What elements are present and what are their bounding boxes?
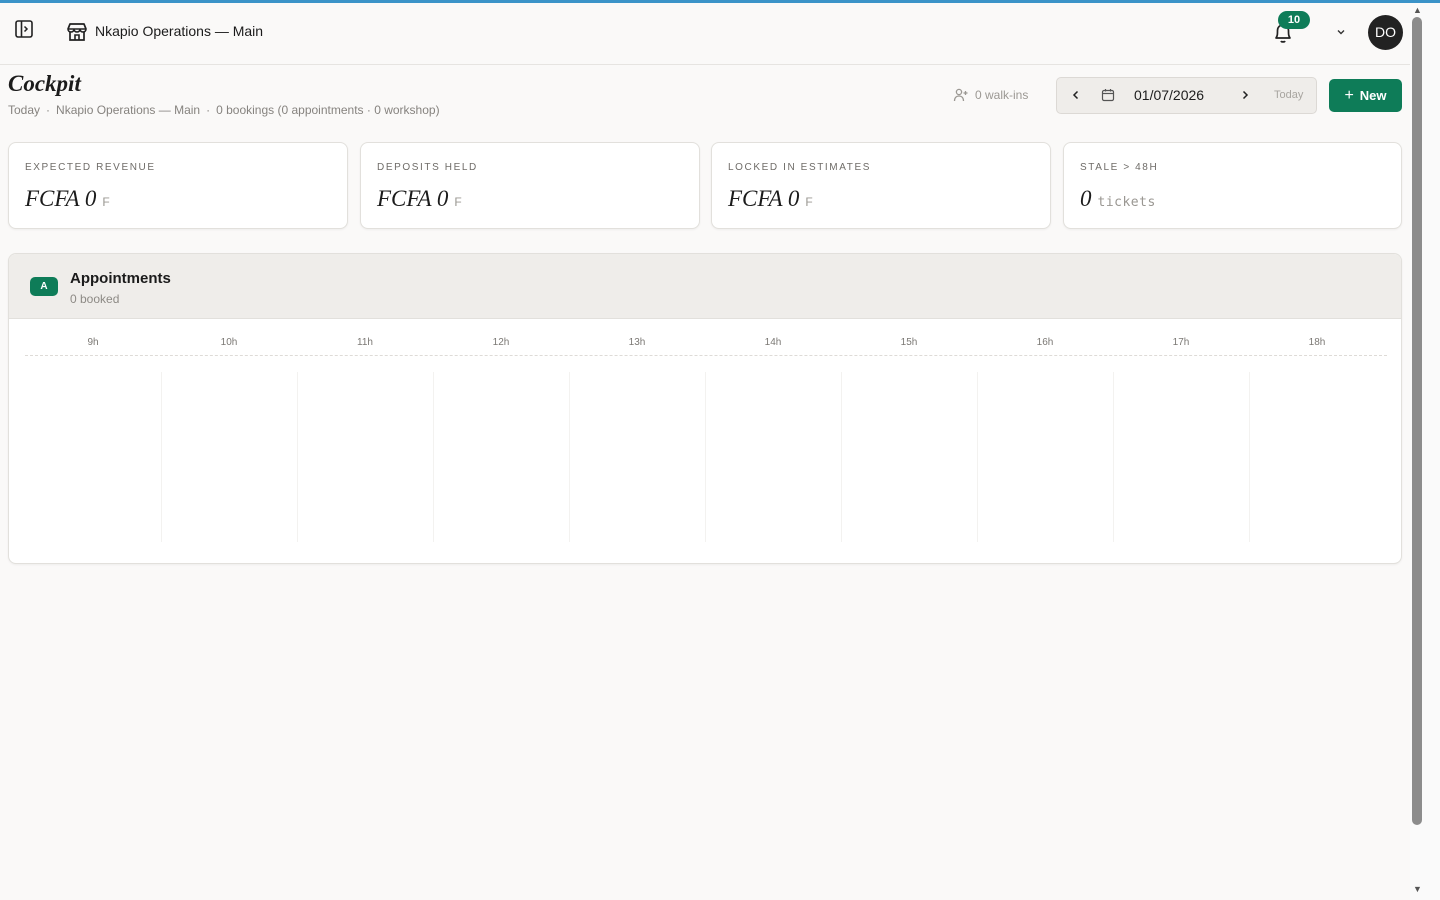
hour-gridline (705, 372, 706, 542)
hour-gridline (841, 372, 842, 542)
stat-card-locked-in-estimates: LOCKED IN ESTIMATES FCFA 0 F (711, 142, 1051, 229)
separator-dot: · (206, 103, 211, 117)
hour-label: 10h (220, 337, 238, 348)
user-plus-icon (953, 88, 968, 102)
top-bar: Nkapio Operations — Main 10 DO (0, 3, 1410, 65)
appointments-header: A Appointments 0 booked (9, 254, 1401, 319)
new-button[interactable]: + New (1329, 79, 1402, 112)
separator-dot: · (46, 103, 51, 117)
chevron-right-icon[interactable] (1238, 88, 1252, 102)
appointments-timeline[interactable]: 9h 10h 11h 12h 13h 14h 15h 16h 17h 18h (25, 334, 1387, 554)
page-subtitle: Today · Nkapio Operations — Main · 0 booking… (8, 103, 440, 117)
stat-unit: F (102, 195, 110, 209)
page-title: Cockpit (8, 71, 81, 96)
subtitle-location: Nkapio Operations — Main (56, 103, 201, 117)
date-value[interactable]: 01/07/2026 (1134, 87, 1204, 103)
appointments-title: Appointments (70, 270, 171, 287)
hour-gridline (569, 372, 570, 542)
stat-card-stale-tickets: STALE > 48H 0 tickets (1063, 142, 1402, 229)
hour-gridline (161, 372, 162, 542)
stat-card-expected-revenue: EXPECTED REVENUE FCFA 0 F (8, 142, 348, 229)
notification-count-badge: 10 (1278, 11, 1310, 29)
new-button-label: New (1359, 88, 1387, 103)
hour-gridline (1113, 372, 1114, 542)
calendar-icon[interactable] (1101, 88, 1115, 102)
stat-label: LOCKED IN ESTIMATES (728, 162, 872, 173)
hour-label: 12h (492, 337, 510, 348)
hour-gridline (977, 372, 978, 542)
stat-value: 0 tickets (1080, 186, 1156, 212)
hour-label: 14h (764, 337, 782, 348)
subtitle-day: Today (8, 103, 41, 117)
store-icon (67, 23, 87, 41)
hour-label: 9h (87, 337, 99, 348)
appointments-count: 0 booked (70, 292, 120, 306)
appointments-badge: A (30, 277, 58, 296)
stat-value: FCFA 0 F (728, 186, 813, 212)
hour-gridline (433, 372, 434, 542)
stat-unit: F (805, 195, 813, 209)
stat-label: EXPECTED REVENUE (25, 162, 156, 173)
scrollbar-thumb[interactable] (1412, 17, 1422, 825)
hour-label: 15h (900, 337, 918, 348)
stat-card-deposits-held: DEPOSITS HELD FCFA 0 F (360, 142, 700, 229)
hour-label: 13h (628, 337, 646, 348)
stat-label: DEPOSITS HELD (377, 162, 478, 173)
hour-label: 17h (1172, 337, 1190, 348)
stat-value: FCFA 0 F (25, 186, 110, 212)
stat-amount: FCFA 0 (728, 186, 800, 211)
hour-label: 16h (1036, 337, 1054, 348)
walk-ins-label: 0 walk-ins (975, 88, 1029, 102)
org-name[interactable]: Nkapio Operations — Main (95, 23, 263, 39)
hour-label: 11h (357, 337, 373, 348)
scroll-down-arrow-icon[interactable]: ▼ (1413, 884, 1422, 894)
subtitle-summary: 0 bookings (0 appointments · 0 workshop) (216, 103, 440, 117)
hour-gridline (297, 372, 298, 542)
stat-amount: 0 (1080, 186, 1092, 211)
stat-unit: tickets (1097, 195, 1156, 210)
hour-label: 18h (1308, 337, 1326, 348)
appointments-panel: A Appointments 0 booked 9h 10h 11h 12h 1… (8, 253, 1402, 564)
walk-ins-button[interactable]: 0 walk-ins (953, 87, 1028, 103)
stat-amount: FCFA 0 (25, 186, 97, 211)
date-navigator: 01/07/2026 Today (1056, 77, 1317, 114)
chevron-left-icon[interactable] (1069, 88, 1083, 102)
stat-amount: FCFA 0 (377, 186, 449, 211)
plus-icon: + (1344, 86, 1354, 104)
scroll-up-arrow-icon[interactable]: ▲ (1413, 5, 1422, 15)
hour-gridline (1249, 372, 1250, 542)
today-button[interactable]: Today (1274, 89, 1303, 101)
hour-axis-line (25, 355, 1387, 356)
stat-unit: F (454, 195, 462, 209)
avatar[interactable]: DO (1368, 15, 1403, 50)
stat-value: FCFA 0 F (377, 186, 462, 212)
sidebar-toggle-icon[interactable] (14, 19, 34, 39)
chevron-down-icon[interactable] (1334, 25, 1348, 39)
stat-label: STALE > 48H (1080, 162, 1159, 173)
